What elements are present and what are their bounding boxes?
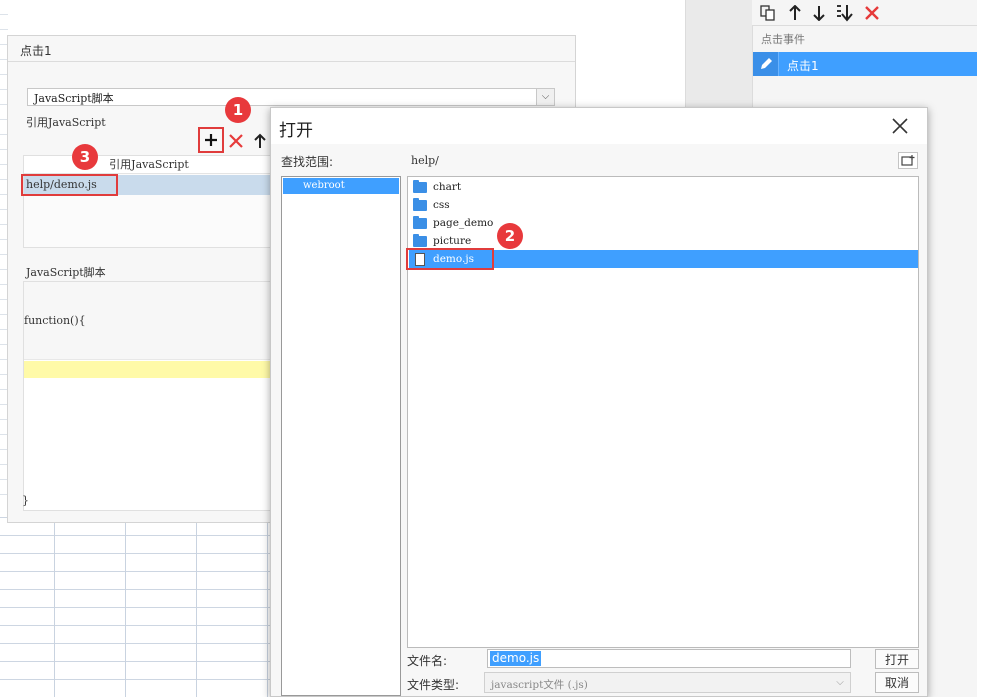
file-name: picture (433, 235, 472, 247)
open-file-dialog: 打开 查找范围: help/ webroot chart css page_de… (270, 107, 928, 697)
files-list: chart css page_demo picture demo.js (407, 176, 919, 648)
event-section-label: 点击事件 (761, 33, 805, 46)
filetype-label: 文件类型: (407, 678, 460, 692)
filename-value: demo.js (490, 651, 542, 666)
file-name: page_demo (433, 217, 494, 229)
folder-icon (413, 197, 427, 211)
ref-table-header: 引用JavaScript (24, 156, 274, 174)
look-in-label: 查找范围: (281, 155, 334, 169)
delete-ref-icon (229, 134, 243, 148)
open-button[interactable]: 打开 (875, 649, 919, 669)
event-toolbar (752, 0, 977, 26)
edit-icon[interactable] (753, 52, 779, 76)
root-item-label: webroot (303, 180, 345, 191)
filename-input[interactable]: demo.js (487, 649, 851, 668)
filetype-select[interactable]: javascript文件 (.js) ⌵ (484, 672, 851, 693)
ref-js-label: 引用JavaScript (26, 116, 106, 129)
remove-ref-button[interactable] (226, 131, 246, 151)
script-close-line: } (22, 494, 29, 507)
file-name: chart (433, 181, 462, 193)
current-path: help/ (411, 154, 439, 167)
chevron-down-icon[interactable]: ⌵ (536, 89, 554, 105)
sheet-grid (0, 500, 275, 697)
delete-icon[interactable] (864, 5, 880, 21)
copy-icon[interactable] (760, 5, 776, 21)
close-icon[interactable] (891, 117, 909, 135)
root-item[interactable]: webroot (283, 178, 399, 194)
action-type-select[interactable]: JavaScript脚本 (27, 88, 555, 106)
ref-row-highlight (21, 174, 118, 196)
script-current-line (24, 361, 274, 378)
list-item[interactable]: page_demo (409, 214, 918, 232)
editor-title: 点击1 (8, 36, 575, 62)
step-badge-3: 3 (72, 144, 98, 170)
add-ref-button[interactable] (198, 127, 224, 153)
plus-icon (205, 134, 217, 146)
folder-icon (413, 215, 427, 229)
folder-icon (413, 179, 427, 193)
arrow-down-icon[interactable] (812, 5, 826, 22)
ref-table: 引用JavaScript help/demo.js (23, 155, 274, 248)
new-folder-icon (901, 155, 915, 166)
script-editor[interactable]: function(){ (23, 281, 274, 511)
dialog-titlebar: 打开 (271, 108, 927, 144)
list-item[interactable]: chart (409, 178, 918, 196)
file-highlight (406, 248, 494, 270)
list-item[interactable]: css (409, 196, 918, 214)
folder-icon (413, 233, 427, 247)
arrow-up-ref-icon (254, 133, 266, 148)
dialog-title: 打开 (279, 121, 313, 141)
new-folder-button[interactable] (898, 152, 918, 169)
cancel-button[interactable]: 取消 (875, 672, 919, 693)
file-name: css (433, 199, 450, 211)
event-item-label: 点击1 (787, 59, 819, 73)
script-open-line: function(){ (24, 314, 86, 327)
event-item[interactable]: 点击1 (753, 52, 977, 76)
action-type-value: JavaScript脚本 (34, 92, 114, 105)
step-badge-1: 1 (225, 97, 251, 123)
move-bottom-icon[interactable] (836, 4, 854, 22)
filename-label: 文件名: (407, 654, 448, 668)
arrow-up-icon[interactable] (788, 4, 802, 21)
chevron-down-icon[interactable]: ⌵ (831, 674, 849, 691)
roots-list: webroot (281, 176, 401, 696)
step-badge-2: 2 (497, 223, 523, 249)
script-label: JavaScript脚本 (26, 266, 106, 279)
move-ref-up-button[interactable] (250, 131, 270, 151)
filetype-value: javascript文件 (.js) (491, 679, 588, 691)
